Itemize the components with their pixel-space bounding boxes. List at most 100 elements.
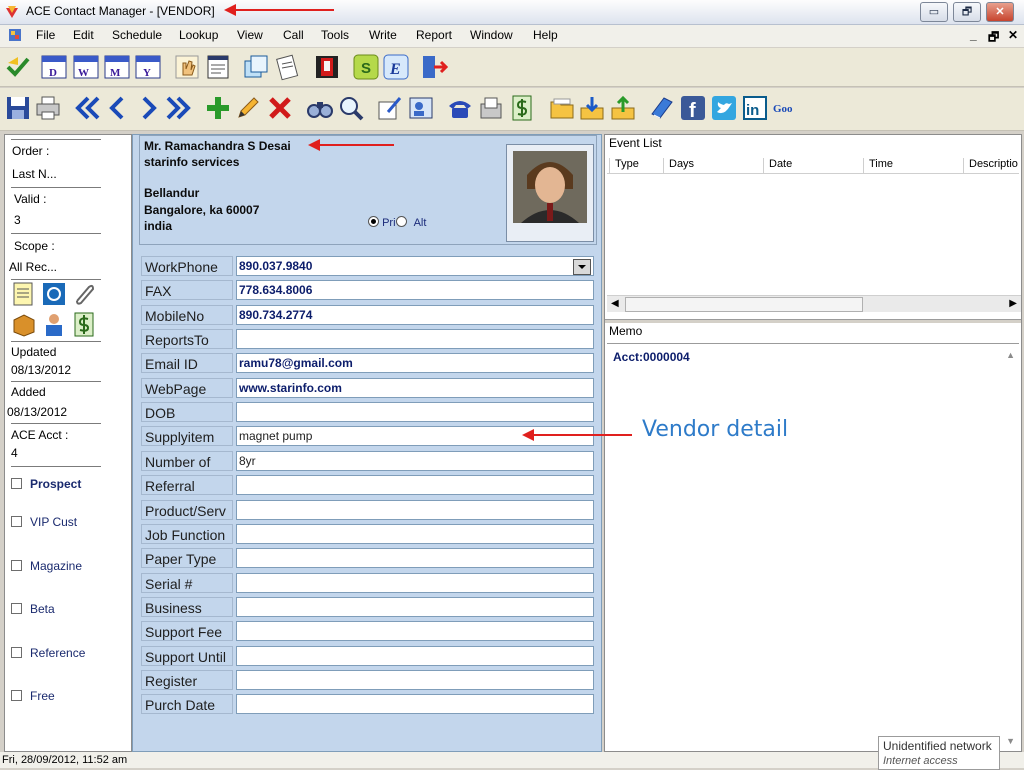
event-list-scrollbar[interactable]: ◀ ▶ [607,295,1021,312]
euro-icon[interactable]: E [382,53,410,81]
field-value-input[interactable]: ramu78@gmail.com [236,353,594,373]
field-value-input[interactable] [236,646,594,666]
field-value-input[interactable] [236,475,594,495]
import-icon[interactable] [578,94,606,122]
facebook-icon[interactable]: f [679,94,707,122]
next-record-icon[interactable] [134,94,162,122]
save-icon[interactable] [4,94,32,122]
print-icon[interactable] [34,94,62,122]
prospect-checkbox[interactable]: Prospect [11,477,81,491]
reference-checkbox[interactable]: Reference [11,646,85,660]
menu-view[interactable]: View [237,28,263,42]
phone-icon[interactable] [446,94,474,122]
contact-name[interactable]: Mr. Ramachandra S Desai [144,139,291,153]
edit-pencil-icon[interactable] [234,94,262,122]
field-value-input[interactable]: 890.037.9840 [236,256,594,276]
field-value-input[interactable] [236,500,594,520]
calendar-year-icon[interactable]: Y [134,53,162,81]
clipboard-icon[interactable] [273,53,301,81]
order-value[interactable]: Last N... [12,167,57,181]
menu-report[interactable]: Report [416,28,452,42]
book-icon[interactable] [313,53,341,81]
col-description[interactable]: Descriptio [963,158,1021,173]
notepad-icon[interactable] [204,53,232,81]
google-icon[interactable]: Goo [772,94,800,122]
menu-call[interactable]: Call [283,28,304,42]
col-days[interactable]: Days [663,158,765,173]
contact-address1[interactable]: Bellandur [144,186,199,200]
last-record-icon[interactable] [164,94,192,122]
folder-icon[interactable] [548,94,576,122]
field-value-input[interactable] [236,524,594,544]
free-checkbox[interactable]: Free [11,689,55,703]
field-value-input[interactable]: www.starinfo.com [236,378,594,398]
binoculars-icon[interactable] [306,94,334,122]
magnifier-icon[interactable] [337,94,365,122]
col-type[interactable]: Type [609,158,667,173]
dollar-icon[interactable] [508,94,536,122]
contact-photo[interactable] [506,144,594,242]
contact-address2[interactable]: Bangalore, ka 60007 [144,203,259,217]
field-value-input[interactable] [236,548,594,568]
beta-checkbox[interactable]: Beta [11,602,55,616]
contact-country[interactable]: india [144,219,172,233]
exit-door-icon[interactable] [420,53,448,81]
delete-icon[interactable] [266,94,294,122]
field-value-input[interactable]: 890.734.2774 [236,305,594,325]
field-value-input[interactable]: 8yr [236,451,594,471]
menu-edit[interactable]: Edit [73,28,94,42]
finance-icon[interactable] [71,311,97,337]
calendar-week-icon[interactable]: W [72,53,100,81]
col-date[interactable]: Date [763,158,865,173]
book-blue-icon[interactable] [648,94,676,122]
email-icon[interactable] [41,281,67,307]
close-button[interactable]: ✕ [986,2,1014,22]
mdi-restore-button[interactable]: 🗗 [988,28,999,49]
menu-help[interactable]: Help [533,28,558,42]
attachment-icon[interactable] [71,281,97,307]
menu-schedule[interactable]: Schedule [112,28,162,42]
menu-write[interactable]: Write [369,28,397,42]
user-icon[interactable] [41,311,67,337]
contact-company[interactable]: starinfo services [144,155,239,169]
first-record-icon[interactable] [74,94,102,122]
radio-primary[interactable] [368,216,379,227]
check-arrow-icon[interactable] [4,53,32,81]
menu-file[interactable]: File [36,28,55,42]
menu-window[interactable]: Window [470,28,513,42]
package-icon[interactable] [11,311,37,337]
col-time[interactable]: Time [863,158,965,173]
twitter-icon[interactable] [710,94,738,122]
memo-textarea[interactable]: Acct:0000004 ▲ ▼ [607,343,1019,750]
field-value-input[interactable] [236,621,594,641]
contact-card-icon[interactable] [407,94,435,122]
restore-button[interactable]: 🗗 [953,2,981,22]
scope-value[interactable]: All Rec... [9,260,57,274]
minimize-button[interactable]: ▭ [920,2,948,22]
field-value-input[interactable]: 778.634.8006 [236,280,594,300]
field-value-input[interactable] [236,597,594,617]
menu-tools[interactable]: Tools [321,28,349,42]
scroll-up-icon[interactable]: ▲ [1006,350,1015,360]
copy-icon[interactable] [242,53,270,81]
mdi-close-button[interactable]: ✕ [1008,28,1018,42]
export-icon[interactable] [609,94,637,122]
mdi-minimize-button[interactable]: _ [970,28,977,42]
field-value-input[interactable] [236,329,594,349]
add-icon[interactable] [204,94,232,122]
hand-icon[interactable] [173,53,201,81]
scroll-left-icon[interactable]: ◀ [611,298,619,309]
scroll-thumb[interactable] [625,297,863,312]
scroll-down-icon[interactable]: ▼ [1006,736,1015,746]
field-value-input[interactable] [236,573,594,593]
field-value-input[interactable] [236,402,594,422]
note-edit-icon[interactable] [376,94,404,122]
field-value-input[interactable] [236,670,594,690]
vip-cust-checkbox[interactable]: VIP Cust [11,515,77,529]
prev-record-icon[interactable] [104,94,132,122]
field-value-input[interactable] [236,694,594,714]
calendar-day-icon[interactable]: D [40,53,68,81]
radio-alt[interactable] [395,216,407,227]
document-icon[interactable] [8,28,22,42]
menu-lookup[interactable]: Lookup [179,28,218,42]
